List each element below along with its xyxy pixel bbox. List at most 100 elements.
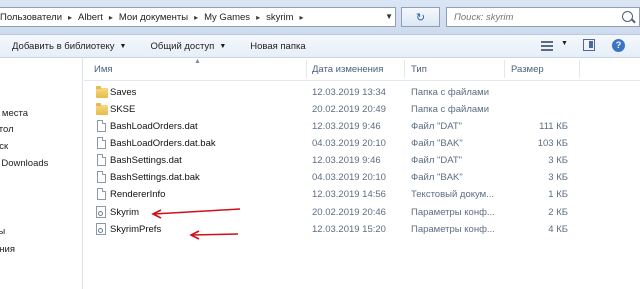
file-name: BashLoadOrders.dat <box>110 121 198 132</box>
column-divider[interactable] <box>579 60 580 78</box>
navigation-pane: е места стол иск c Downloads и ты ения <box>0 58 83 289</box>
file-type: Файл "DAT" <box>411 121 463 132</box>
file-name: SkyrimPrefs <box>110 224 162 235</box>
view-options-icon[interactable] <box>541 41 553 51</box>
new-folder-label: Новая папка <box>250 40 306 52</box>
file-size: 3 КБ <box>548 155 568 166</box>
file-date: 04.03.2019 20:10 <box>312 138 386 149</box>
file-row[interactable]: BashSettings.dat.bak 04.03.2019 20:10 Фа… <box>84 169 640 186</box>
chevron-down-icon: ▼ <box>119 42 127 50</box>
file-icon <box>97 171 106 183</box>
refresh-icon: ↻ <box>415 11 426 24</box>
breadcrumb-documents[interactable]: Мои документы <box>116 8 191 26</box>
file-row[interactable]: Saves 12.03.2019 13:34 Папка с файлами <box>84 84 640 101</box>
chevron-right-icon[interactable]: ▸ <box>65 13 75 22</box>
file-icon <box>97 154 106 166</box>
file-name: BashSettings.dat.bak <box>110 172 200 183</box>
command-bar: Добавить в библиотеку ▼ Общий доступ ▼ Н… <box>0 35 640 58</box>
share-label: Общий доступ <box>150 40 215 52</box>
chevron-down-icon[interactable]: ▼ <box>385 12 393 21</box>
address-strip: Пользователи ▸ Albert ▸ Мои документы ▸ … <box>0 0 640 35</box>
file-date: 04.03.2019 20:10 <box>312 172 386 183</box>
nav-item-images[interactable]: ения <box>0 244 15 255</box>
help-icon[interactable]: ? <box>612 39 625 52</box>
folder-icon <box>96 86 108 98</box>
file-type: Файл "DAT" <box>411 155 463 166</box>
file-type: Параметры конф... <box>411 207 495 218</box>
file-date: 12.03.2019 14:56 <box>312 189 386 200</box>
chevron-right-icon[interactable]: ▸ <box>106 13 116 22</box>
breadcrumb-users[interactable]: Пользователи <box>0 8 65 26</box>
config-file-icon <box>96 206 106 218</box>
sort-ascending-icon: ▲ <box>194 58 201 65</box>
search-box[interactable] <box>446 7 640 27</box>
column-size[interactable]: Размер <box>511 64 544 75</box>
chevron-right-icon[interactable]: ▸ <box>191 13 201 22</box>
file-size: 3 КБ <box>548 172 568 183</box>
breadcrumb-skyrim[interactable]: skyrim <box>263 8 296 26</box>
file-row[interactable]: Skyrim 20.02.2019 20:46 Параметры конф..… <box>84 204 640 221</box>
share-button[interactable]: Общий доступ ▼ <box>138 35 238 57</box>
file-row[interactable]: BashLoadOrders.dat.bak 04.03.2019 20:10 … <box>84 135 640 152</box>
preview-pane-icon[interactable] <box>583 39 595 51</box>
file-size: 1 КБ <box>548 189 568 200</box>
file-date: 12.03.2019 9:46 <box>312 121 381 132</box>
new-folder-button[interactable]: Новая папка <box>238 35 317 57</box>
nav-item-places[interactable]: е места <box>0 108 28 119</box>
add-to-library-button[interactable]: Добавить в библиотеку ▼ <box>0 35 138 57</box>
nav-item-documents[interactable]: ты <box>0 226 5 237</box>
search-input[interactable] <box>452 11 606 24</box>
file-type: Файл "BAK" <box>411 138 463 149</box>
file-name: SKSE <box>110 104 136 115</box>
search-icon[interactable] <box>622 11 633 22</box>
file-name: Skyrim <box>110 207 140 218</box>
file-size: 2 КБ <box>548 207 568 218</box>
breadcrumb-user[interactable]: Albert <box>75 8 106 26</box>
column-divider[interactable] <box>504 60 505 78</box>
text-file-icon <box>97 188 106 200</box>
add-to-library-label: Добавить в библиотеку <box>12 40 115 52</box>
breadcrumb-my-games[interactable]: My Games <box>201 8 253 26</box>
refresh-button[interactable]: ↻ <box>401 7 440 27</box>
file-date: 20.02.2019 20:49 <box>312 104 386 115</box>
file-date: 20.02.2019 20:46 <box>312 207 386 218</box>
file-date: 12.03.2019 9:46 <box>312 155 381 166</box>
file-type: Папка с файлами <box>411 104 490 115</box>
file-icon <box>97 137 106 149</box>
file-name: BashLoadOrders.dat.bak <box>110 138 216 149</box>
file-row[interactable]: SKSE 20.02.2019 20:49 Папка с файлами <box>84 101 640 118</box>
column-header: ▲ Имя Дата изменения Тип Размер <box>84 58 640 81</box>
file-size: 4 КБ <box>548 224 568 235</box>
nav-item-search[interactable]: иск <box>0 141 8 152</box>
column-date[interactable]: Дата изменения <box>312 64 383 75</box>
chevron-down-icon: ▼ <box>219 42 227 50</box>
file-size: 103 КБ <box>537 138 568 149</box>
chevron-right-icon[interactable]: ▸ <box>253 13 263 22</box>
column-divider[interactable] <box>306 60 307 78</box>
file-row[interactable]: SkyrimPrefs 12.03.2019 15:20 Параметры к… <box>84 221 640 238</box>
file-name: RendererInfo <box>110 189 166 200</box>
file-row[interactable]: BashLoadOrders.dat 12.03.2019 9:46 Файл … <box>84 118 640 135</box>
file-type: Файл "BAK" <box>411 172 463 183</box>
column-type[interactable]: Тип <box>411 64 427 75</box>
address-bar[interactable]: Пользователи ▸ Albert ▸ Мои документы ▸ … <box>0 7 396 27</box>
file-name: BashSettings.dat <box>110 155 182 166</box>
chevron-right-icon[interactable]: ▸ <box>297 13 307 22</box>
file-icon <box>97 120 106 132</box>
file-date: 12.03.2019 15:20 <box>312 224 386 235</box>
chevron-down-icon[interactable]: ▼ <box>561 40 568 47</box>
file-type: Параметры конф... <box>411 224 495 235</box>
file-date: 12.03.2019 13:34 <box>312 87 386 98</box>
file-type: Папка с файлами <box>411 87 490 98</box>
nav-item-desktop[interactable]: стол <box>0 124 14 135</box>
folder-icon <box>96 103 108 115</box>
column-divider[interactable] <box>404 60 405 78</box>
nav-item-downloads[interactable]: c Downloads <box>0 158 48 169</box>
file-row[interactable]: BashSettings.dat 12.03.2019 9:46 Файл "D… <box>84 152 640 169</box>
file-size: 111 КБ <box>539 121 568 132</box>
file-name: Saves <box>110 87 137 98</box>
file-type: Текстовый докум... <box>411 189 495 200</box>
config-file-icon <box>96 223 106 235</box>
column-name[interactable]: Имя <box>94 64 113 75</box>
file-row[interactable]: RendererInfo 12.03.2019 14:56 Текстовый … <box>84 186 640 203</box>
